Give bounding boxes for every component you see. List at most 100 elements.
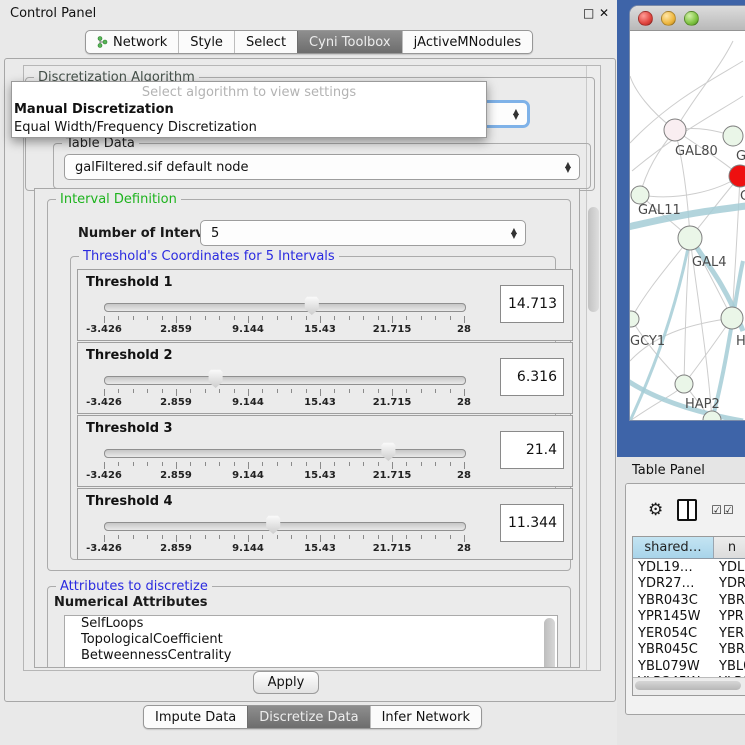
network-window-titlebar[interactable] xyxy=(630,6,745,31)
slider-tick-label: 2.859 xyxy=(146,397,206,408)
attribute-item-betweennesscentrality[interactable]: BetweennessCentrality xyxy=(65,648,557,664)
spinner-stepper-icon[interactable]: ▲▼ xyxy=(507,228,525,238)
algorithm-popup-items: Manual DiscretizationEqual Width/Frequen… xyxy=(12,101,486,137)
slider-tick-label: -3.426 xyxy=(74,397,134,408)
algorithm-popup-placeholder[interactable]: Select algorithm to view settings xyxy=(12,82,486,101)
attributes-group: Attributes to discretize Numerical Attri… xyxy=(47,586,571,668)
slider-tick xyxy=(320,462,321,469)
table-row[interactable]: YDL19…YDL1 xyxy=(633,559,745,576)
tab-label: Style xyxy=(190,35,223,50)
slider-thumb[interactable] xyxy=(208,369,224,388)
attribute-item-selfloops[interactable]: SelfLoops xyxy=(65,616,557,632)
slider-tick xyxy=(277,462,278,466)
table-row[interactable]: YBR045CYBR0 xyxy=(633,642,745,659)
slider-thumb[interactable] xyxy=(265,515,281,534)
algorithm-option-manual-discretization[interactable]: Manual Discretization xyxy=(12,101,486,119)
table-row[interactable]: YBL079WYBL0 xyxy=(633,658,745,675)
numerical-attributes-list[interactable]: SelfLoopsTopologicalCoefficientBetweenne… xyxy=(64,615,558,668)
table-data-combo[interactable]: galFiltered.sif default node ▲▼ xyxy=(64,154,580,180)
settings-scrollbar-thumb[interactable] xyxy=(588,207,599,312)
slider-tick xyxy=(378,535,379,539)
tab-cyni-toolbox[interactable]: Cyni Toolbox xyxy=(297,31,402,53)
threshold-value-field[interactable]: 11.344 xyxy=(500,504,564,542)
slider-tick xyxy=(334,535,335,539)
slider-tick xyxy=(262,389,263,393)
minimize-traffic-light-icon[interactable] xyxy=(661,11,676,26)
float-icon[interactable]: □ xyxy=(583,6,594,20)
slider-tick xyxy=(334,316,335,320)
tab-jactivemnodules[interactable]: jActiveMNodules xyxy=(402,31,533,53)
slider-track[interactable] xyxy=(104,303,466,312)
threshold-value-field[interactable]: 6.316 xyxy=(500,358,564,396)
slider-tick xyxy=(118,462,119,466)
table-hscrollbar[interactable] xyxy=(633,677,745,695)
tab-style[interactable]: Style xyxy=(178,31,234,53)
network-canvas[interactable]: GAL80GACGAL11GAL4GCY1HHAP2 xyxy=(630,31,745,420)
slider-tick xyxy=(176,535,177,542)
slider-thumb[interactable] xyxy=(380,442,396,461)
table-row[interactable]: YBR043CYBR0 xyxy=(633,592,745,609)
network-node-gal11[interactable] xyxy=(631,186,649,204)
zoom-traffic-light-icon[interactable] xyxy=(684,11,699,26)
top-tab-bar: Network Style SelectCyni Toolbox jActiveMNo… xyxy=(85,30,533,54)
tab-network[interactable]: Network xyxy=(86,31,178,53)
threshold-value-field[interactable]: 21.4 xyxy=(500,431,564,469)
network-node-gal4[interactable] xyxy=(678,226,702,250)
cell-name: YER0 xyxy=(713,626,745,641)
slider-tick xyxy=(363,462,364,466)
column-header-name[interactable]: n xyxy=(714,537,745,558)
combo-stepper-icon[interactable]: ▲▼ xyxy=(561,162,579,172)
attribute-item-topologicalcoefficient[interactable]: TopologicalCoefficient xyxy=(65,632,557,648)
slider-tick xyxy=(147,316,148,320)
network-node-hap2[interactable] xyxy=(675,375,693,393)
apply-button[interactable]: Apply xyxy=(253,671,319,694)
table-row[interactable]: YDR27…YDR2 xyxy=(633,576,745,593)
slider-track[interactable] xyxy=(104,376,466,385)
network-node-label: H xyxy=(736,334,745,349)
network-window: GAL80GACGAL11GAL4GCY1HHAP2 xyxy=(630,6,745,420)
network-node-label: GAL4 xyxy=(692,255,726,270)
network-node-gal80[interactable] xyxy=(664,119,686,141)
slider-track[interactable] xyxy=(104,449,466,458)
list-scrollbar-thumb[interactable] xyxy=(544,618,555,668)
network-node-gcy1[interactable] xyxy=(630,311,639,327)
network-icon xyxy=(97,36,108,48)
slider-tick-label: 2.859 xyxy=(146,324,206,335)
gear-icon[interactable]: ⚙ xyxy=(648,500,663,520)
slider-tick xyxy=(234,535,235,539)
network-node-h[interactable] xyxy=(721,307,743,329)
threshold-value-field[interactable]: 14.713 xyxy=(500,285,564,323)
close-traffic-light-icon[interactable] xyxy=(638,11,653,26)
slider-tick-label: 15.43 xyxy=(290,397,350,408)
network-node-ga[interactable] xyxy=(723,126,743,146)
table-row[interactable]: YPR145WYPR1 xyxy=(633,609,745,626)
slider-track[interactable] xyxy=(104,522,466,531)
slider-tick xyxy=(190,462,191,466)
network-node-label: HAP2 xyxy=(685,397,720,412)
table-row[interactable]: YER054CYER0 xyxy=(633,625,745,642)
close-icon[interactable]: ✕ xyxy=(599,6,609,20)
slider-tick xyxy=(176,462,177,469)
tab-discretize-data[interactable]: Discretize Data xyxy=(247,706,369,728)
table-panel: Table Panel ⚙ ☑☑ shared… n YDL19…YDL1YDR… xyxy=(617,457,745,745)
algorithm-combo-stepper-icon[interactable]: ▲▼ xyxy=(509,109,527,119)
slider-tick xyxy=(205,462,206,466)
table-hscrollbar-thumb[interactable] xyxy=(635,681,741,690)
column-header-shared-name[interactable]: shared… xyxy=(633,537,714,558)
slider-tick-label: 28 xyxy=(434,543,494,554)
network-node-c[interactable] xyxy=(729,165,745,187)
num-intervals-spinner[interactable]: 5 ▲▼ xyxy=(200,220,526,246)
slider-tick xyxy=(162,316,163,320)
tab-impute-data[interactable]: Impute Data xyxy=(144,706,247,728)
split-table-icon[interactable] xyxy=(677,499,697,521)
tab-label: jActiveMNodules xyxy=(414,35,522,50)
tab-select[interactable]: Select xyxy=(234,31,297,53)
slider-tick xyxy=(378,389,379,393)
threshold-box-1: Threshold 1-3.4262.8599.14415.4321.71528… xyxy=(77,269,573,341)
slider-thumb[interactable] xyxy=(304,296,320,315)
slider-tick-label: -3.426 xyxy=(74,543,134,554)
slider-tick xyxy=(306,316,307,320)
checkbox-columns-icon[interactable]: ☑☑ xyxy=(711,503,735,517)
tab-infer-network[interactable]: Infer Network xyxy=(370,706,481,728)
algorithm-option-equal-width-frequency-discretization[interactable]: Equal Width/Frequency Discretization xyxy=(12,119,486,137)
